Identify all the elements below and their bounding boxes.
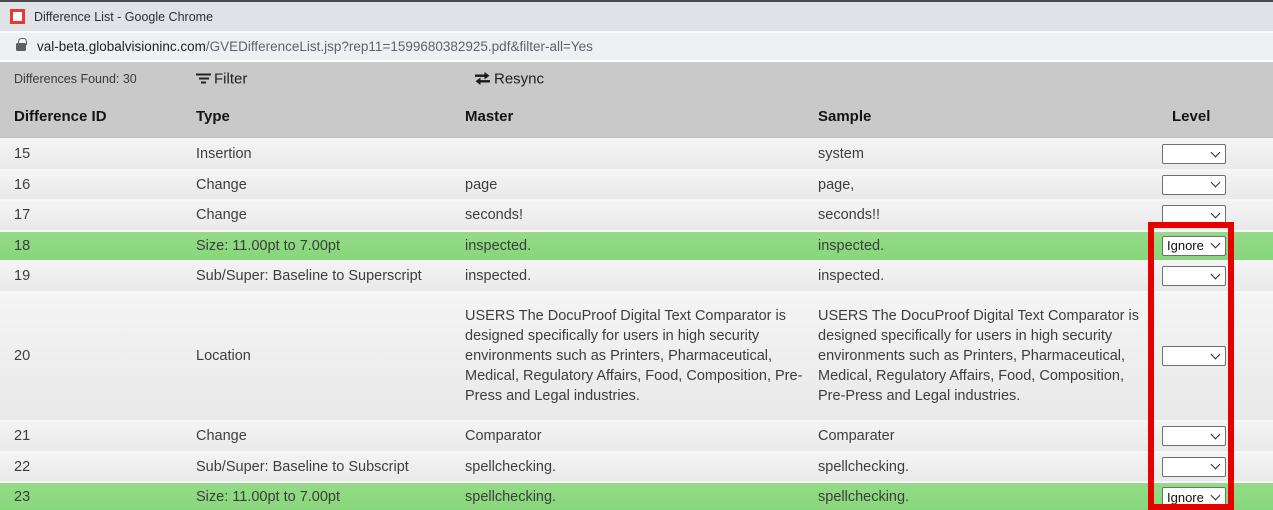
level-cell [1146,144,1273,164]
sample-cell: seconds!! [818,205,1146,225]
window-titlebar: Difference List - Google Chrome [0,2,1273,31]
level-cell [1146,175,1273,195]
difference-id-cell: 21 [0,428,196,444]
chevron-down-icon [1211,460,1221,470]
sample-cell: system [818,144,1146,164]
level-select[interactable] [1162,205,1226,225]
sample-cell: page, [818,175,1146,195]
difference-id-cell: 19 [0,268,196,284]
type-cell: Sub/Super: Baseline to Subscript [196,459,465,475]
master-cell: page [465,175,818,195]
table-header-row: Difference ID Type Master Sample Level [0,95,1273,137]
filter-icon [196,73,211,85]
sample-cell: inspected. [818,236,1146,256]
toolbar: Differences Found: 30 Filter Resync [0,62,1273,95]
level-select[interactable]: Ignore [1162,236,1226,256]
type-cell: Change [196,207,465,223]
page-url: val-beta.globalvisioninc.com/GVEDifferen… [37,39,593,54]
window-title: Difference List - Google Chrome [34,10,213,24]
table-row[interactable]: 15 Insertion system [0,138,1273,169]
type-cell: Location [196,348,465,364]
chevron-down-icon [1211,147,1221,157]
type-cell: Insertion [196,146,465,162]
difference-id-cell: 16 [0,177,196,193]
master-cell: USERS The DocuProof Digital Text Compara… [465,306,818,406]
table-row[interactable]: 17 Change seconds! seconds!! [0,199,1273,230]
resync-button-label: Resync [494,70,544,87]
lock-icon[interactable] [16,43,26,51]
type-cell: Sub/Super: Baseline to Superscript [196,268,465,284]
level-select-value: Ignore [1167,490,1204,505]
type-cell: Change [196,177,465,193]
sample-cell: Comparater [818,426,1146,446]
chevron-down-icon [1211,208,1221,218]
difference-id-cell: 15 [0,146,196,162]
level-select[interactable]: Ignore [1162,487,1226,507]
chevron-down-icon [1211,349,1221,359]
table-body: 15 Insertion system 16 Change page page,… [0,138,1273,510]
header-level: Level [1146,108,1273,125]
table-row[interactable]: 19 Sub/Super: Baseline to Superscript in… [0,260,1273,291]
type-cell: Change [196,428,465,444]
master-cell: inspected. [465,236,818,256]
master-cell: spellchecking. [465,457,818,477]
master-cell: inspected. [465,266,818,286]
level-cell [1146,346,1273,366]
filter-button[interactable]: Filter [196,70,247,87]
header-type: Type [196,108,465,125]
sample-cell: spellchecking. [818,487,1146,507]
resync-button[interactable]: Resync [474,70,544,87]
table-row[interactable]: 21 Change Comparator Comparater [0,420,1273,451]
table-row[interactable]: 20 Location USERS The DocuProof Digital … [0,291,1273,421]
level-cell [1146,457,1273,477]
resync-arrows-icon [474,72,491,86]
chevron-down-icon [1211,490,1221,500]
difference-id-cell: 23 [0,489,196,505]
table-row[interactable]: 16 Change page page, [0,169,1273,200]
url-domain: val-beta.globalvisioninc.com [37,39,206,54]
table-row[interactable]: 18 Size: 11.00pt to 7.00pt inspected. in… [0,230,1273,261]
header-sample: Sample [818,108,1146,125]
filter-button-label: Filter [214,70,247,87]
level-cell: Ignore [1146,236,1273,256]
level-select-value: Ignore [1167,238,1204,253]
level-cell [1146,266,1273,286]
chevron-down-icon [1211,178,1221,188]
level-cell [1146,426,1273,446]
master-cell: Comparator [465,426,818,446]
chevron-down-icon [1211,239,1221,249]
differences-found-label: Differences Found: 30 [14,72,137,86]
master-cell: seconds! [465,205,818,225]
master-cell: spellchecking. [465,487,818,507]
chevron-down-icon [1211,269,1221,279]
header-difference-id: Difference ID [0,108,196,125]
difference-id-cell: 18 [0,238,196,254]
difference-id-cell: 22 [0,459,196,475]
url-path: /GVEDifferenceList.jsp?rep11=15996803829… [206,39,593,54]
level-select[interactable] [1162,426,1226,446]
level-cell [1146,205,1273,225]
table-header-area: Differences Found: 30 Filter Resync Diff… [0,62,1273,138]
red-square-favicon-icon [10,9,25,24]
level-select[interactable] [1162,457,1226,477]
table-row[interactable]: 23 Size: 11.00pt to 7.00pt spellchecking… [0,481,1273,510]
type-cell: Size: 11.00pt to 7.00pt [196,489,465,505]
sample-cell: spellchecking. [818,457,1146,477]
address-bar: val-beta.globalvisioninc.com/GVEDifferen… [0,33,1273,60]
level-select[interactable] [1162,346,1226,366]
difference-id-cell: 20 [0,348,196,364]
sample-cell: inspected. [818,266,1146,286]
difference-id-cell: 17 [0,207,196,223]
level-select[interactable] [1162,175,1226,195]
level-cell: Ignore [1146,487,1273,507]
table-row[interactable]: 22 Sub/Super: Baseline to Subscript spel… [0,451,1273,482]
level-select[interactable] [1162,266,1226,286]
sample-cell: USERS The DocuProof Digital Text Compara… [818,306,1146,406]
type-cell: Size: 11.00pt to 7.00pt [196,238,465,254]
header-master: Master [465,108,818,125]
level-select[interactable] [1162,144,1226,164]
chevron-down-icon [1211,429,1221,439]
